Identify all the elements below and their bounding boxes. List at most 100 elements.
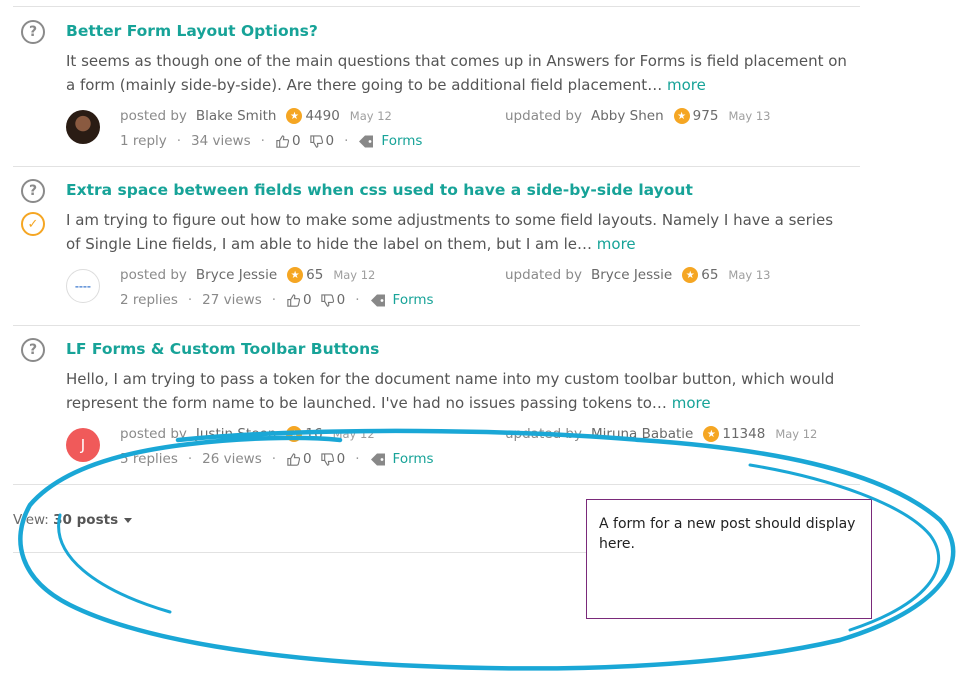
upvote-count: 0	[303, 451, 312, 467]
annotation-note-text: A form for a new post should display her…	[599, 516, 856, 552]
author-reputation: 65	[306, 267, 324, 283]
posted-by-meta: posted by Bryce Jessie ★ 65 May 12	[120, 267, 375, 283]
tag-label: Forms	[392, 451, 434, 467]
post-stats: 1 reply · 34 views · 0 0 · Forms	[120, 133, 423, 149]
reply-count: 2 replies	[120, 292, 178, 308]
updater-reputation: 11348	[722, 426, 766, 442]
updated-by-label: updated by	[505, 267, 582, 283]
star-icon: ★	[682, 267, 699, 283]
tag-icon	[370, 294, 385, 306]
author-reputation: 16	[305, 426, 323, 442]
downvote-button[interactable]: 0	[320, 292, 346, 308]
posted-by-meta: posted by Blake Smith ★ 4490 May 12	[120, 108, 392, 124]
excerpt-text: Hello, I am trying to pass a token for t…	[66, 370, 835, 412]
updater-name[interactable]: Bryce Jessie	[591, 267, 672, 283]
thumbs-up-icon	[276, 134, 290, 148]
updater-reputation: 975	[692, 108, 719, 124]
updated-by-meta: updated by Abby Shen ★ 975 May 13	[505, 108, 771, 124]
question-icon: ?	[21, 338, 45, 362]
updater-name[interactable]: Miruna Babatie	[591, 426, 693, 442]
posted-by-label: posted by	[120, 267, 187, 283]
view-label: View:	[13, 512, 49, 528]
thumbs-down-icon	[320, 293, 334, 307]
updater-name[interactable]: Abby Shen	[591, 108, 664, 124]
view-value[interactable]: 30 posts	[53, 512, 118, 528]
downvote-button[interactable]: 0	[320, 451, 346, 467]
thumbs-up-icon	[287, 452, 301, 466]
check-circle-icon: ✓	[21, 212, 45, 236]
post-title[interactable]: Better Form Layout Options?	[66, 22, 318, 40]
downvote-count: 0	[325, 133, 335, 149]
thumbs-down-icon	[309, 134, 323, 148]
caret-down-icon[interactable]	[124, 517, 133, 523]
post-item: ? ✓ Extra space between fields when css …	[13, 166, 860, 326]
post-excerpt: Hello, I am trying to pass a token for t…	[66, 367, 851, 415]
tag-label: Forms	[392, 292, 434, 308]
view-selector[interactable]: View: 30 posts	[13, 512, 133, 528]
post-excerpt: It seems as though one of the main quest…	[66, 49, 851, 97]
excerpt-text: It seems as though one of the main quest…	[66, 52, 847, 94]
avatar[interactable]: ▬▬▬▬	[66, 269, 100, 303]
downvote-count: 0	[336, 451, 346, 467]
star-icon: ★	[286, 426, 303, 442]
updated-by-label: updated by	[505, 426, 582, 442]
downvote-count: 0	[336, 292, 346, 308]
post-stats: 5 replies · 26 views · 0 0 · Forms	[120, 451, 434, 467]
view-count: 27 views	[202, 292, 262, 308]
upvote-count: 0	[291, 133, 301, 149]
author-name[interactable]: Blake Smith	[196, 108, 277, 124]
updated-date: May 13	[728, 109, 771, 123]
posted-by-label: posted by	[120, 108, 187, 124]
posted-date: May 12	[349, 109, 392, 123]
upvote-count: 0	[303, 292, 312, 308]
more-link[interactable]: more	[667, 76, 706, 94]
avatar[interactable]	[66, 110, 100, 144]
post-stats: 2 replies · 27 views · 0 0 · Forms	[120, 292, 434, 308]
question-icon: ?	[21, 20, 45, 44]
tag-forms[interactable]: Forms	[370, 451, 434, 467]
upvote-button[interactable]: 0	[275, 133, 301, 149]
tag-forms[interactable]: Forms	[358, 133, 422, 149]
posted-by-label: posted by	[120, 426, 187, 442]
upvote-button[interactable]: 0	[286, 451, 312, 467]
author-reputation: 4490	[305, 108, 340, 124]
excerpt-text: I am trying to figure out how to make so…	[66, 211, 834, 253]
posted-date: May 12	[332, 427, 375, 441]
thumbs-down-icon	[320, 452, 334, 466]
post-title[interactable]: Extra space between fields when css used…	[66, 181, 693, 199]
tag-icon	[370, 453, 385, 465]
view-count: 26 views	[202, 451, 262, 467]
posted-by-meta: posted by Justin Steen ★ 16 May 12	[120, 426, 375, 442]
downvote-button[interactable]: 0	[309, 133, 335, 149]
posted-date: May 12	[333, 268, 376, 282]
star-icon: ★	[286, 108, 303, 124]
avatar-logo-mark: ▬▬▬▬	[75, 283, 91, 289]
star-icon: ★	[673, 108, 690, 124]
author-name[interactable]: Bryce Jessie	[196, 267, 277, 283]
tag-label: Forms	[381, 133, 423, 149]
avatar[interactable]: J	[66, 428, 100, 462]
view-count: 34 views	[191, 133, 251, 149]
reply-count: 5 replies	[120, 451, 178, 467]
updated-date: May 12	[775, 427, 818, 441]
post-excerpt: I am trying to figure out how to make so…	[66, 208, 851, 256]
thumbs-up-icon	[287, 293, 301, 307]
reply-count: 1 reply	[120, 133, 167, 149]
post-item: ? Better Form Layout Options? It seems a…	[13, 7, 860, 167]
updated-by-meta: updated by Bryce Jessie ★ 65 May 13	[505, 267, 771, 283]
more-link[interactable]: more	[597, 235, 636, 253]
tag-icon	[359, 135, 374, 147]
author-name[interactable]: Justin Steen	[196, 426, 277, 442]
star-icon: ★	[287, 267, 304, 283]
more-link[interactable]: more	[672, 394, 711, 412]
post-title[interactable]: LF Forms & Custom Toolbar Buttons	[66, 340, 379, 358]
updated-date: May 13	[728, 268, 771, 282]
annotation-note: A form for a new post should display her…	[586, 499, 872, 619]
question-icon: ?	[21, 179, 45, 203]
tag-forms[interactable]: Forms	[370, 292, 434, 308]
updated-by-label: updated by	[505, 108, 582, 124]
upvote-button[interactable]: 0	[286, 292, 312, 308]
avatar-initial: J	[80, 436, 86, 454]
star-icon: ★	[703, 426, 720, 442]
post-item: ? LF Forms & Custom Toolbar Buttons Hell…	[13, 325, 860, 485]
